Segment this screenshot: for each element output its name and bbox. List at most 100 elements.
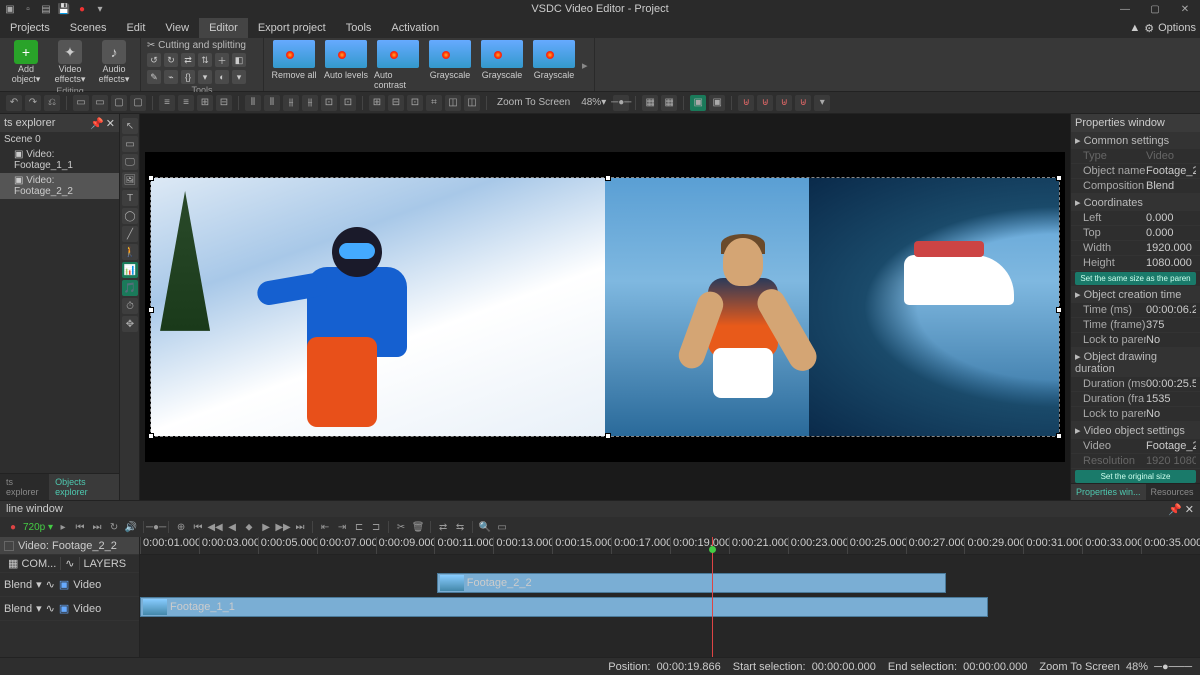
menu-edit[interactable]: Edit [116, 18, 155, 38]
prop-row[interactable]: TypeVideo [1071, 149, 1200, 164]
vt-move[interactable]: ✥ [122, 316, 138, 332]
tb-4[interactable]: ▭ [73, 95, 89, 111]
zoom-label[interactable]: Zoom To Screen [493, 97, 574, 108]
menu-activation[interactable]: Activation [381, 18, 449, 38]
tl-s2[interactable]: ⇆ [453, 520, 467, 534]
clip-footage-2-2[interactable]: Footage_2_2 [437, 573, 946, 593]
prop-row[interactable]: Lock to parenNo [1071, 333, 1200, 348]
tb-5[interactable]: ▭ [92, 95, 108, 111]
prop-action-button[interactable]: Set the original size [1075, 470, 1196, 483]
options-label[interactable]: Options [1158, 22, 1196, 34]
tb-27[interactable]: ▣ [709, 95, 725, 111]
tb-21[interactable]: ⌗ [426, 95, 442, 111]
preview-canvas[interactable] [140, 114, 1070, 500]
tab-properties[interactable]: Properties win... [1071, 484, 1146, 500]
track-2-header[interactable]: Blend ▾∿ ▣Video [0, 597, 139, 621]
prop-row[interactable]: Resolution1920 1080 [1071, 454, 1200, 469]
tb-29[interactable]: ⊎ [757, 95, 773, 111]
tb-7[interactable]: ▢ [130, 95, 146, 111]
record-icon[interactable]: ● [76, 3, 88, 15]
menu-projects[interactable]: Projects [0, 18, 60, 38]
tl-m1[interactable]: ⇤ [318, 520, 332, 534]
prop-row[interactable]: Height1080.000 [1071, 256, 1200, 271]
minimize-button[interactable]: ― [1110, 0, 1140, 18]
explorer-item-2[interactable]: ▣ Video: Footage_2_2 [0, 173, 119, 199]
video-effects-button[interactable]: ✦Video effects▾ [50, 40, 90, 85]
tl-fwd[interactable]: ▶ [259, 520, 273, 534]
tb-3[interactable]: ⎌ [44, 95, 60, 111]
maximize-button[interactable]: ▢ [1140, 0, 1170, 18]
style-auto-levels[interactable]: Auto levels [322, 40, 370, 80]
prop-row[interactable]: Lock to parenNo [1071, 407, 1200, 422]
style-remove-all[interactable]: Remove all [270, 40, 318, 80]
tb-20[interactable]: ⊡ [407, 95, 423, 111]
tb-17[interactable]: ⊡ [340, 95, 356, 111]
tl-first[interactable]: ⏮ [191, 520, 205, 534]
tl-stop[interactable]: ⬥ [242, 520, 256, 534]
tl-c1[interactable]: ─●─ [149, 520, 163, 534]
tab-layers[interactable]: LAYERS [80, 558, 131, 570]
style-more[interactable]: ▸ [582, 59, 588, 72]
style-grayscale-2[interactable]: Grayscale [478, 40, 526, 80]
prop-row[interactable]: Time (ms)00:00:06.25 [1071, 303, 1200, 318]
tool-12[interactable]: ▾ [232, 70, 246, 84]
prop-row[interactable]: Composition mBlend [1071, 179, 1200, 194]
tool-3[interactable]: ⇄ [181, 53, 195, 67]
tool-11[interactable]: ◐ [215, 70, 229, 84]
menu-tools[interactable]: Tools [336, 18, 382, 38]
tb-15[interactable]: ⫵ [302, 95, 318, 111]
prop-section-head[interactable]: ▸ Coordinates [1071, 194, 1200, 211]
cutting-splitting-heading[interactable]: ✂ Cutting and splitting [147, 40, 257, 51]
vt-screen[interactable]: 🖵 [122, 154, 138, 170]
tab-wave[interactable]: ∿ [61, 557, 79, 570]
vt-media[interactable]: 🎵 [122, 280, 138, 296]
vt-rect[interactable]: ▭ [122, 136, 138, 152]
timeline-ruler[interactable]: 0:00:01.0000:00:03.0000:00:05.0000:00:07… [140, 537, 1200, 555]
style-grayscale-1[interactable]: Grayscale [426, 40, 474, 80]
tool-5[interactable]: ＋ [215, 53, 229, 67]
tool-10[interactable]: ▾ [198, 70, 212, 84]
tl-m3[interactable]: ⊏ [352, 520, 366, 534]
menu-export[interactable]: Export project [248, 18, 336, 38]
audio-effects-button[interactable]: ♪Audio effects▾ [94, 40, 134, 85]
tool-1[interactable]: ↺ [147, 53, 161, 67]
prop-row[interactable]: Top0.000 [1071, 226, 1200, 241]
tb-22[interactable]: ◫ [445, 95, 461, 111]
tl-m2[interactable]: ⇥ [335, 520, 349, 534]
save-icon[interactable]: 💾 [58, 3, 70, 15]
add-object-button[interactable]: +Add object▾ [6, 40, 46, 85]
style-grayscale-3[interactable]: Grayscale [530, 40, 578, 80]
vt-chart[interactable]: 📊 [122, 262, 138, 278]
tool-9[interactable]: {} [181, 70, 195, 84]
tool-2[interactable]: ↻ [164, 53, 178, 67]
prop-row[interactable]: Duration (fra1535 [1071, 392, 1200, 407]
tl-next[interactable]: ⏭ [90, 520, 104, 534]
gear-icon[interactable]: ⚙ [1144, 22, 1154, 35]
close-button[interactable]: ✕ [1170, 0, 1200, 18]
vt-counter[interactable]: ⏱ [122, 298, 138, 314]
tl-stepfwd[interactable]: ▶▶ [276, 520, 290, 534]
tl-rec[interactable]: ● [6, 520, 20, 534]
tl-m4[interactable]: ⊐ [369, 520, 383, 534]
current-clip-header[interactable]: Video: Footage_2_2 [0, 537, 139, 555]
tab-com[interactable]: ▦ COM... [4, 557, 61, 570]
prop-section-head[interactable]: ▸ Common settings [1071, 132, 1200, 149]
tl-del[interactable]: 🗑 [411, 520, 425, 534]
tb-25[interactable]: ▦ [661, 95, 677, 111]
tl-back[interactable]: ◀ [225, 520, 239, 534]
tb-10[interactable]: ⊞ [197, 95, 213, 111]
tl-loop[interactable]: ↻ [107, 520, 121, 534]
tb-14[interactable]: ⫵ [283, 95, 299, 111]
tool-7[interactable]: ✎ [147, 70, 161, 84]
tb-31[interactable]: ⊎ [795, 95, 811, 111]
clip-footage-1-1[interactable]: Footage_1_1 [140, 597, 988, 617]
track-1-header[interactable]: Blend ▾∿ ▣Video [0, 573, 139, 597]
tl-prev[interactable]: ⏮ [73, 520, 87, 534]
prop-row[interactable]: Width1920.000 [1071, 241, 1200, 256]
tab-objects-explorer[interactable]: Objects explorer [49, 474, 119, 500]
tb-9[interactable]: ≡ [178, 95, 194, 111]
tb-19[interactable]: ⊟ [388, 95, 404, 111]
tb-30[interactable]: ⊎ [776, 95, 792, 111]
prop-section-head[interactable]: ▸ Object drawing duration [1071, 348, 1200, 377]
tab-ts-explorer[interactable]: ts explorer [0, 474, 49, 500]
